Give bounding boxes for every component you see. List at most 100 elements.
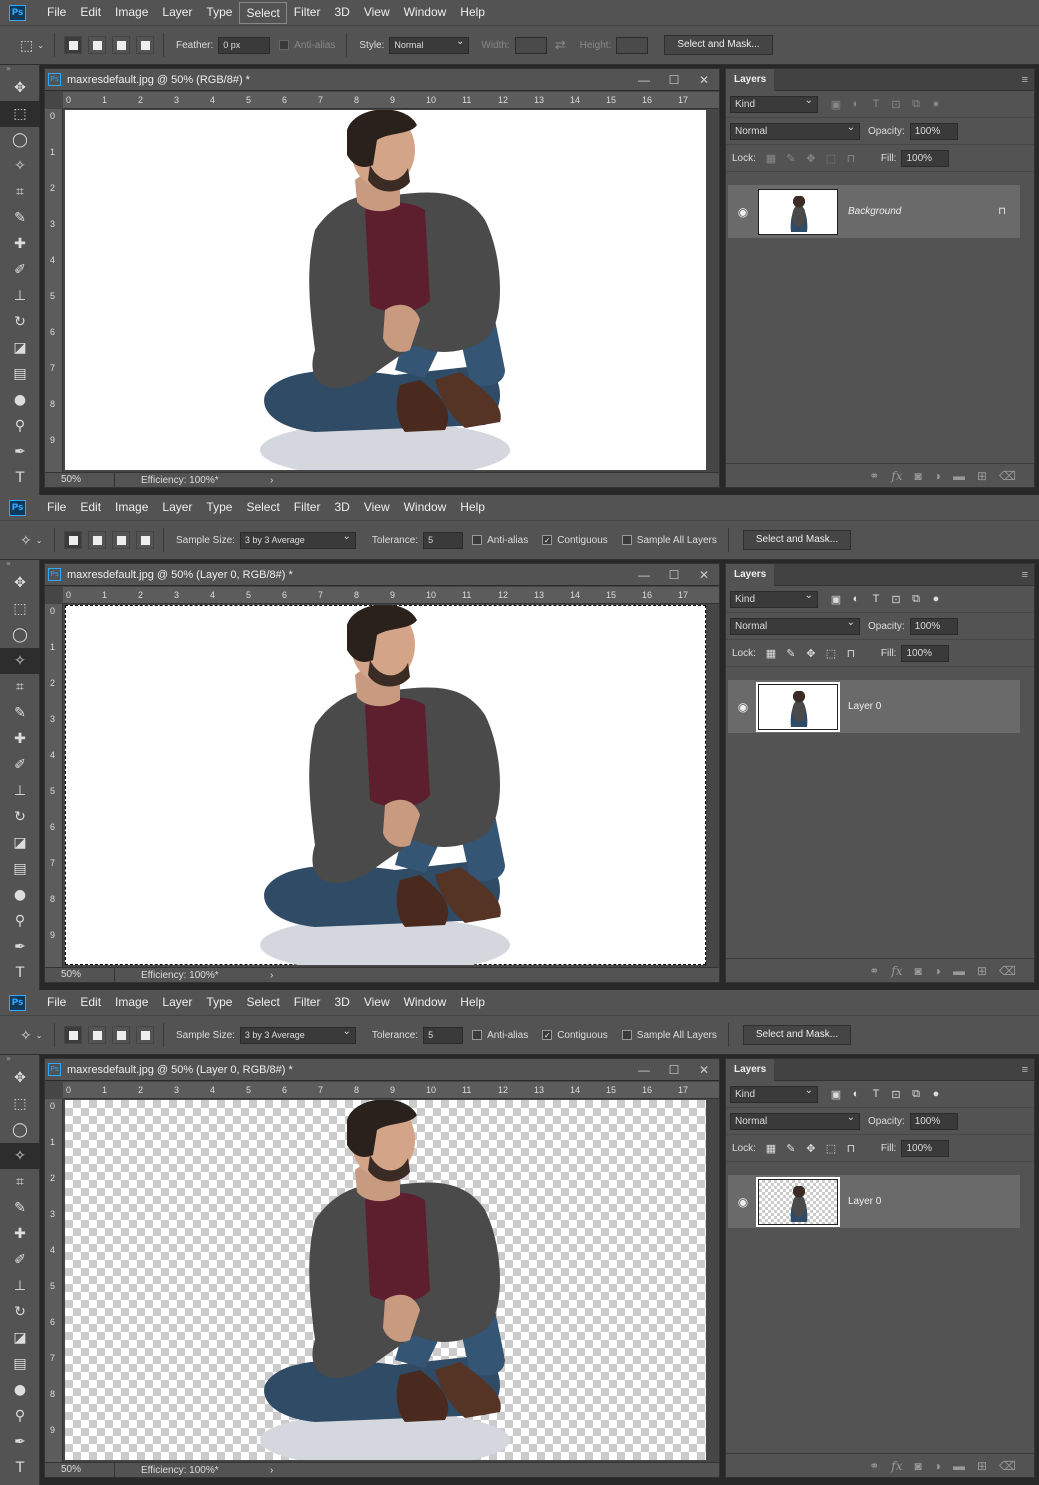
- fx-icon[interactable]: fx: [891, 1459, 902, 1473]
- new-layer-icon[interactable]: ⊞: [977, 469, 987, 483]
- menu-file[interactable]: File: [40, 990, 73, 1015]
- shape-filter-icon[interactable]: ⊡: [886, 98, 906, 111]
- eyedropper-tool-button[interactable]: ✎: [0, 700, 40, 726]
- chevron-right-icon[interactable]: ›: [270, 970, 273, 981]
- delete-layer-icon[interactable]: ⌫: [999, 1459, 1016, 1473]
- sample-all-layers-checkbox[interactable]: [621, 1030, 632, 1040]
- select-and-mask-button[interactable]: Select and Mask...: [742, 530, 852, 550]
- shape-filter-icon[interactable]: ⊡: [886, 1088, 906, 1101]
- filter-toggle-icon[interactable]: ●: [926, 593, 946, 605]
- move-tool-button[interactable]: ✥: [0, 570, 40, 596]
- crop-tool-button[interactable]: ⌗: [0, 1169, 40, 1195]
- tool-preset-picker[interactable]: ✧ ⌄: [0, 532, 48, 549]
- panel-collapse-icon[interactable]: »: [0, 560, 39, 570]
- eraser-tool-button[interactable]: ◪: [0, 830, 40, 856]
- visibility-eye-icon[interactable]: ◉: [728, 205, 758, 219]
- lock-all-icon[interactable]: ⊓: [841, 1142, 861, 1155]
- visibility-eye-icon[interactable]: ◉: [728, 700, 758, 714]
- type-filter-icon[interactable]: T: [866, 98, 886, 110]
- smart-object-filter-icon[interactable]: ⧉: [906, 593, 926, 606]
- chevron-right-icon[interactable]: ›: [270, 475, 273, 486]
- adjustment-layer-icon[interactable]: ◑: [934, 964, 941, 978]
- eraser-tool-button[interactable]: ◪: [0, 335, 40, 361]
- delete-layer-icon[interactable]: ⌫: [999, 964, 1016, 978]
- lock-pixels-icon[interactable]: ✎: [781, 152, 801, 165]
- tool-preset-picker[interactable]: ✧ ⌄: [0, 1027, 48, 1044]
- chevron-right-icon[interactable]: ›: [270, 1465, 273, 1476]
- sample-all-layers-checkbox[interactable]: [621, 535, 632, 545]
- brush-tool-button[interactable]: ✐: [0, 752, 40, 778]
- kind-filter-select[interactable]: Kind: [730, 590, 818, 608]
- document-tab[interactable]: Ps maxresdefault.jpg @ 50% (RGB/8#) * — ☐ ✕: [45, 69, 719, 91]
- panel-collapse-icon[interactable]: »: [0, 65, 39, 75]
- link-layers-icon[interactable]: ⚭: [869, 469, 879, 483]
- healing-tool-button[interactable]: ✚: [0, 726, 40, 752]
- new-group-icon[interactable]: ▬: [953, 964, 965, 978]
- maximize-icon[interactable]: ☐: [659, 73, 689, 87]
- close-icon[interactable]: ✕: [689, 568, 719, 582]
- menu-layer[interactable]: Layer: [155, 990, 199, 1015]
- lock-transparency-icon[interactable]: ▦: [761, 1142, 781, 1155]
- menu-layer[interactable]: Layer: [155, 0, 199, 25]
- eyedropper-tool-button[interactable]: ✎: [0, 205, 40, 231]
- add-to-selection-button[interactable]: [88, 531, 106, 549]
- menu-view[interactable]: View: [357, 495, 397, 520]
- menu-help[interactable]: Help: [453, 495, 492, 520]
- history-brush-button[interactable]: ↻: [0, 1299, 40, 1325]
- crop-tool-button[interactable]: ⌗: [0, 179, 40, 205]
- blur-tool-button[interactable]: ●: [0, 387, 40, 413]
- gradient-tool-button[interactable]: ▤: [0, 1351, 40, 1377]
- filter-toggle-icon[interactable]: ●: [926, 98, 946, 110]
- menu-file[interactable]: File: [40, 0, 73, 25]
- lock-pixels-icon[interactable]: ✎: [781, 647, 801, 660]
- layer-name[interactable]: Layer 0: [848, 1196, 881, 1207]
- menu-3d[interactable]: 3D: [327, 495, 356, 520]
- dodge-tool-button[interactable]: ⚲: [0, 413, 40, 439]
- lock-position-icon[interactable]: ✥: [801, 1142, 821, 1155]
- menu-select[interactable]: Select: [239, 990, 286, 1015]
- new-selection-button[interactable]: [64, 1026, 82, 1044]
- add-mask-icon[interactable]: ◙: [914, 1459, 921, 1473]
- eyedropper-tool-button[interactable]: ✎: [0, 1195, 40, 1221]
- lock-artboard-icon[interactable]: ⬚: [821, 1142, 841, 1155]
- blend-mode-select[interactable]: Normal: [730, 617, 860, 635]
- subtract-selection-button[interactable]: [112, 36, 130, 54]
- stamp-tool-button[interactable]: ⊥: [0, 1273, 40, 1299]
- marquee-tool-button[interactable]: ⬚: [0, 596, 40, 622]
- tool-preset-picker[interactable]: ⬚ ⌄: [0, 37, 48, 54]
- tolerance-input[interactable]: 5: [423, 1026, 464, 1044]
- intersect-selection-button[interactable]: [136, 531, 154, 549]
- zoom-level[interactable]: 50%: [45, 1462, 115, 1478]
- fill-input[interactable]: 100%: [901, 644, 950, 662]
- pen-tool-button[interactable]: ✒: [0, 934, 40, 960]
- menu-select[interactable]: Select: [239, 495, 286, 520]
- stamp-tool-button[interactable]: ⊥: [0, 778, 40, 804]
- move-tool-button[interactable]: ✥: [0, 1065, 40, 1091]
- panel-menu-icon[interactable]: ≡: [1022, 74, 1028, 86]
- menu-layer[interactable]: Layer: [155, 495, 199, 520]
- lasso-tool-button[interactable]: ◯: [0, 622, 40, 648]
- maximize-icon[interactable]: ☐: [659, 1063, 689, 1077]
- menu-image[interactable]: Image: [108, 990, 155, 1015]
- history-brush-button[interactable]: ↻: [0, 309, 40, 335]
- healing-tool-button[interactable]: ✚: [0, 1221, 40, 1247]
- lock-transparency-icon[interactable]: ▦: [761, 647, 781, 660]
- select-and-mask-button[interactable]: Select and Mask...: [664, 35, 773, 55]
- maximize-icon[interactable]: ☐: [659, 568, 689, 582]
- fx-icon[interactable]: fx: [891, 964, 902, 978]
- smart-object-filter-icon[interactable]: ⧉: [906, 98, 926, 111]
- gradient-tool-button[interactable]: ▤: [0, 361, 40, 387]
- link-layers-icon[interactable]: ⚭: [869, 1459, 879, 1473]
- adjustment-layer-icon[interactable]: ◑: [934, 1459, 941, 1473]
- marquee-tool-button[interactable]: ⬚: [0, 101, 40, 127]
- layer-name[interactable]: Layer 0: [848, 701, 881, 712]
- document-tab[interactable]: Ps maxresdefault.jpg @ 50% (Layer 0, RGB/…: [45, 564, 719, 586]
- menu-type[interactable]: Type: [199, 495, 239, 520]
- brush-tool-button[interactable]: ✐: [0, 1247, 40, 1273]
- adjustment-layer-icon[interactable]: ◑: [934, 469, 941, 483]
- dodge-tool-button[interactable]: ⚲: [0, 908, 40, 934]
- menu-filter[interactable]: Filter: [287, 0, 328, 25]
- shape-filter-icon[interactable]: ⊡: [886, 593, 906, 606]
- opacity-input[interactable]: 100%: [909, 122, 958, 140]
- add-mask-icon[interactable]: ◙: [914, 964, 921, 978]
